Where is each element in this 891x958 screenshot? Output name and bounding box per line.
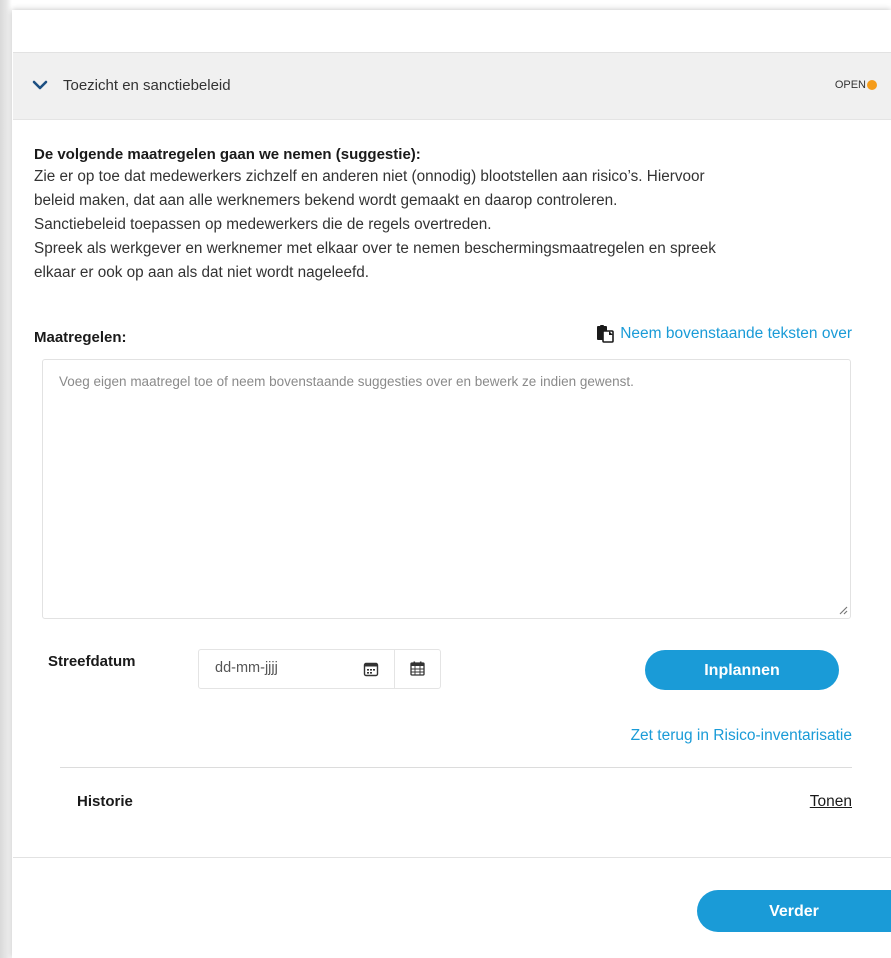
next-button[interactable]: Verder <box>697 890 891 932</box>
resize-handle-icon[interactable] <box>838 605 848 615</box>
target-date-value: dd-mm-jjjj <box>215 660 278 676</box>
status-label: OPEN <box>834 79 866 91</box>
status-dot <box>867 80 877 90</box>
target-date-group: dd-mm-jjjj <box>198 649 441 689</box>
calendar-icon <box>410 661 425 676</box>
suggestion-line: Zie er op toe dat medewerkers zichzelf e… <box>34 168 705 185</box>
suggestion-line: beleid maken, dat aan alle werknemers be… <box>34 192 618 209</box>
suggestion-line: elkaar er ook op aan als dat niet wordt … <box>34 264 370 281</box>
copy-suggestions-label: Neem bovenstaande teksten over <box>620 325 852 342</box>
divider <box>60 767 852 768</box>
chevron-down-icon[interactable] <box>30 75 50 95</box>
section-title: Toezicht en sanctiebeleid <box>63 77 231 94</box>
measure-card: Toezicht en sanctiebeleid OPEN De volgen… <box>13 52 891 858</box>
calendar-button[interactable] <box>395 650 440 688</box>
plan-button[interactable]: Inplannen <box>645 650 839 690</box>
card-header[interactable]: Toezicht en sanctiebeleid OPEN <box>13 53 891 120</box>
suggestion-line: Spreek als werkgever en werknemer met el… <box>34 240 716 257</box>
copy-suggestions-link[interactable]: Neem bovenstaande teksten over <box>596 325 852 343</box>
suggestion-heading: De volgende maatregelen gaan we nemen (s… <box>34 146 421 163</box>
history-label: Historie <box>77 793 133 810</box>
target-date-label: Streefdatum <box>48 653 136 670</box>
paste-icon <box>597 325 615 343</box>
target-date-input[interactable]: dd-mm-jjjj <box>199 650 395 688</box>
suggestion-line: Sanctiebeleid toepassen op medewerkers d… <box>34 216 492 233</box>
reset-risk-inventory-link[interactable]: Zet terug in Risico-inventarisatie <box>631 727 852 745</box>
status-badge: OPEN <box>835 79 877 91</box>
date-picker-icon[interactable] <box>363 661 379 677</box>
suggestion-block: De volgende maatregelen gaan we nemen (s… <box>34 145 854 285</box>
measures-textarea[interactable] <box>42 359 851 619</box>
measures-label: Maatregelen: <box>34 329 127 346</box>
history-toggle-link[interactable]: Tonen <box>810 793 852 811</box>
